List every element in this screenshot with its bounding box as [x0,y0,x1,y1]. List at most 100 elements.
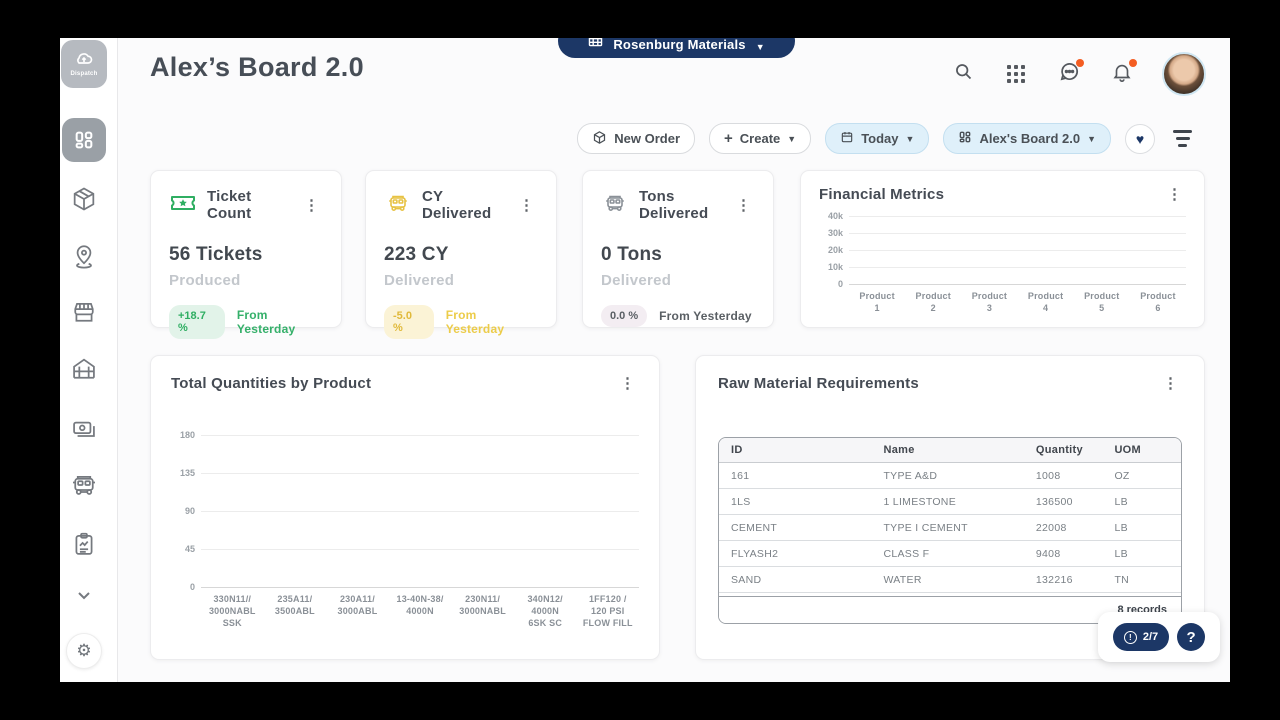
kpi-badge: 0.0 % [601,305,647,327]
board-tiles-icon [958,130,972,147]
x-axis-label: Product2 [905,290,961,314]
kebab-menu-icon[interactable]: ⋮ [515,196,538,215]
box-icon [592,130,607,148]
mixer-truck-icon [601,191,629,220]
sidebar-item-settings[interactable]: ⚙ [66,633,102,669]
sidebar-expand[interactable] [77,587,91,605]
location-pin-icon [70,241,98,269]
financial-chart-xlabels: Product1Product2Product3Product4Product5… [849,290,1186,314]
sidebar-item-orders[interactable] [70,185,98,213]
x-axis-label: Product1 [849,290,905,314]
x-axis-label: 340N12/4000N6SK SC [514,593,577,629]
filter-button[interactable] [1169,126,1196,151]
kpi-value: 56 Tickets [169,244,323,266]
money-icon [70,415,98,443]
chart-title: Total Quantities by Product [171,375,371,392]
ticket-icon [169,192,197,219]
notifications-button[interactable] [1109,61,1135,87]
question-mark-icon: ? [1187,629,1196,646]
table-row: 1LS1 LIMESTONE136500LB [719,489,1181,515]
sidebar-item-market[interactable] [70,298,98,326]
table-cell: LB [1102,522,1181,534]
user-avatar[interactable] [1162,52,1206,96]
progress-label: 2/7 [1143,631,1158,643]
x-axis-label: 1FF120 /120 PSIFLOW FILL [576,593,639,629]
kpi-note: From Yesterday [237,308,323,336]
search-button[interactable] [950,61,976,87]
help-button[interactable]: ? [1177,623,1205,651]
chart-title: Financial Metrics [819,186,944,203]
app-window: Dispatch [60,38,1230,682]
calendar-icon [840,130,854,147]
table-cell: 22008 [1024,522,1103,534]
y-axis-tick: 45 [185,544,195,554]
table-cell: 1 LIMESTONE [871,496,1023,508]
x-axis-label: 235A11/3500ABL [264,593,327,629]
table-row: CEMENTTYPE I CEMENT22008LB [719,515,1181,541]
logo-label: Dispatch [71,71,98,77]
messages-button[interactable] [1056,61,1082,87]
chevron-down-icon: ▼ [906,134,915,144]
kebab-menu-icon[interactable]: ⋮ [1163,185,1186,204]
sidebar: Dispatch [60,38,118,682]
notification-dot [1129,59,1137,67]
kpi-note: From Yesterday [659,309,752,323]
table-cell: 1LS [719,496,871,508]
gridline [849,284,1186,285]
kebab-menu-icon[interactable]: ⋮ [616,374,639,393]
sidebar-item-trucks[interactable] [69,470,99,500]
kebab-menu-icon[interactable]: ⋮ [1159,374,1182,393]
cloud-upload-icon [74,51,94,70]
storefront-icon [70,298,98,326]
kpi-title: Ticket Count [207,188,290,222]
table-cell: 136500 [1024,496,1103,508]
board-selector-label: Alex's Board 2.0 [979,131,1080,146]
sidebar-item-dashboard[interactable] [62,118,106,162]
truck-icon [69,470,99,500]
materials-table[interactable]: IDNameQuantityUOM 161TYPE A&D1008OZ1LS1 … [719,438,1181,596]
apps-menu-button[interactable] [1003,61,1029,87]
sidebar-item-locations[interactable] [70,241,98,269]
table-cell: WATER [871,574,1023,586]
table-cell: CEMENT [719,522,871,534]
chevron-down-icon: ▼ [1087,134,1096,144]
sidebar-item-billing[interactable] [70,415,98,443]
favorite-button[interactable]: ♥ [1125,124,1155,154]
org-selector-label: Rosenburg Materials [613,38,745,52]
kebab-menu-icon[interactable]: ⋮ [300,196,323,215]
search-icon [953,61,974,87]
x-axis-label: 230A11/3000ABL [326,593,389,629]
mixer-truck-icon [384,191,412,220]
table-title: Raw Material Requirements [718,375,919,392]
y-axis-tick: 0 [838,279,843,289]
onboarding-progress-button[interactable]: ! 2/7 [1113,623,1169,651]
table-cell: OZ [1102,470,1181,482]
kpi-title: Tons Delivered [639,188,722,222]
y-axis-tick: 20k [828,245,843,255]
column-header: Quantity [1024,444,1103,456]
create-button[interactable]: + Create ▼ [709,123,811,154]
sidebar-item-reports[interactable] [70,530,98,558]
y-axis-tick: 135 [180,468,195,478]
x-axis-label: 13-40N-38/4000N [389,593,452,629]
table-cell: LB [1102,496,1181,508]
kpi-badge: +18.7 % [169,305,225,339]
kebab-menu-icon[interactable]: ⋮ [732,196,755,215]
table-row: 161TYPE A&D1008OZ [719,463,1181,489]
x-axis-label: 330N11//3000NABLSSK [201,593,264,629]
org-selector[interactable]: Rosenburg Materials ▼ [558,38,795,58]
kpi-note: From Yesterday [446,308,538,336]
y-axis-tick: 30k [828,228,843,238]
page-title: Alex’s Board 2.0 [150,52,364,83]
board-selector-button[interactable]: Alex's Board 2.0 ▼ [943,123,1111,154]
table-cell: CLASS F [871,548,1023,560]
quantities-chart-xlabels: 330N11//3000NABLSSK235A11/3500ABL230A11/… [201,593,639,629]
date-filter-button[interactable]: Today ▼ [825,123,929,154]
table-cell: 9408 [1024,548,1103,560]
sidebar-item-plants[interactable] [70,355,98,383]
new-order-button[interactable]: New Order [577,123,695,154]
table-cell: FLYASH2 [719,548,871,560]
table-cell: SAND [719,574,871,586]
dispatch-logo[interactable]: Dispatch [61,40,107,88]
chevron-down-icon [77,587,91,605]
